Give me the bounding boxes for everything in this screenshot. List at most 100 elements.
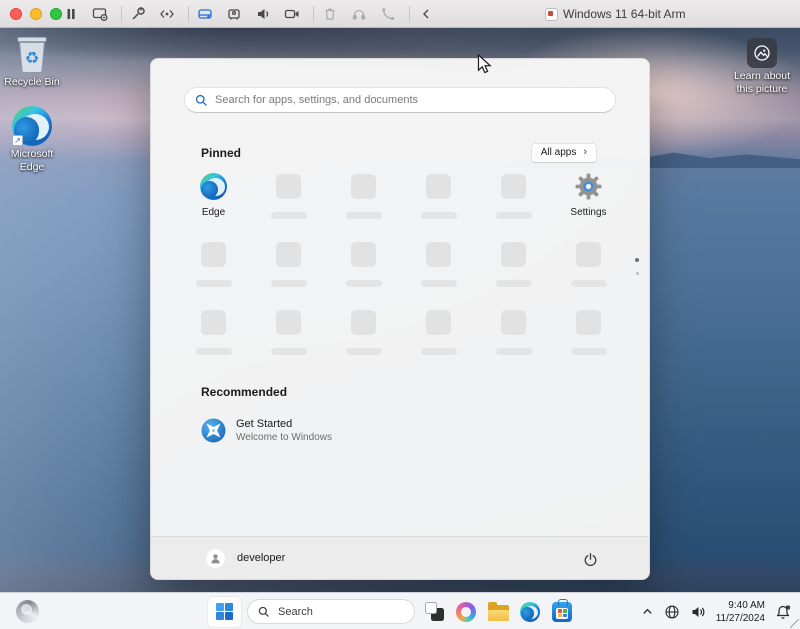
widgets-button[interactable]: [16, 600, 39, 623]
notifications-bell-icon[interactable]: [775, 604, 791, 620]
pinned-placeholder-tile: [176, 241, 251, 287]
toolbar-separator: [188, 6, 189, 22]
pinned-app-settings[interactable]: Settings: [551, 173, 626, 219]
pinned-placeholder-tile: [476, 173, 551, 219]
desktop-icon-label: Recycle Bin: [4, 76, 59, 89]
close-window-button[interactable]: [10, 8, 22, 20]
toolbar-separator: [121, 6, 122, 22]
taskbar-center: Search: [208, 593, 575, 629]
user-name: developer: [237, 552, 285, 564]
pinned-header: Pinned All apps ›: [201, 143, 597, 163]
trash-icon[interactable]: [321, 6, 338, 23]
pinned-placeholder-tile: [326, 173, 401, 219]
system-tray: 9:40 AM 11/27/2024: [641, 593, 791, 629]
desktop-icon-recycle-bin[interactable]: ♻ Recycle Bin: [2, 32, 62, 89]
task-view-icon: [425, 602, 444, 621]
pinned-grid-row: [176, 241, 649, 287]
pinned-grid-row: [176, 309, 649, 355]
taskbar: Search: [0, 592, 800, 629]
user-avatar: [206, 549, 225, 568]
user-profile-button[interactable]: developer: [206, 549, 285, 568]
toolbar-separator: [409, 6, 410, 22]
recommended-item-get-started[interactable]: Get Started Welcome to Windows: [201, 415, 451, 446]
pinned-placeholder-tile: [551, 309, 626, 355]
desktop-icon-label: Learn aboutthis picture: [734, 70, 790, 96]
volume-icon[interactable]: [690, 604, 706, 620]
headphones-icon[interactable]: [350, 6, 367, 23]
start-search-box[interactable]: [184, 87, 616, 113]
microsoft-store-button[interactable]: [549, 597, 575, 627]
start-search-input[interactable]: [215, 94, 605, 106]
recommended-item-title: Get Started: [236, 418, 332, 430]
copilot-icon: [456, 602, 476, 622]
snapshot-icon[interactable]: [91, 6, 108, 23]
microsoft-store-icon: [552, 602, 572, 622]
tray-date: 11/27/2024: [716, 612, 765, 625]
recommended-header: Recommended: [201, 385, 597, 399]
pinned-placeholder-tile: [476, 309, 551, 355]
call-icon[interactable]: [379, 6, 396, 23]
copilot-button[interactable]: [453, 597, 479, 627]
pinned-placeholder-tile: [176, 309, 251, 355]
hard-disk-icon[interactable]: [196, 6, 213, 23]
vm-toolbar: [62, 0, 446, 28]
code-icon[interactable]: [158, 6, 175, 23]
pinned-placeholder-tile: [401, 173, 476, 219]
desktop-icon-microsoft-edge[interactable]: ↗ Microsoft Edge: [2, 106, 62, 174]
start-button[interactable]: [208, 597, 241, 627]
pinned-page-indicator[interactable]: [635, 258, 639, 275]
collapse-toolbar-icon[interactable]: [417, 6, 434, 23]
power-icon: [583, 552, 598, 567]
window-title-group: Windows 11 64-bit Arm: [545, 0, 686, 28]
minimize-window-button[interactable]: [30, 8, 42, 20]
start-menu-footer: developer: [151, 536, 649, 579]
search-icon: [258, 606, 270, 618]
titlebar: Windows 11 64-bit Arm: [0, 0, 800, 28]
task-view-button[interactable]: [421, 597, 447, 627]
settings-gear-icon: [575, 173, 602, 200]
svg-text:♻: ♻: [25, 48, 39, 67]
edge-taskbar-button[interactable]: [517, 597, 543, 627]
start-menu: Pinned All apps › Edge: [150, 58, 650, 580]
vm-app-icon: [545, 8, 558, 21]
recommended-title: Recommended: [201, 385, 287, 399]
pinned-title: Pinned: [201, 146, 241, 160]
pinned-app-label: Edge: [202, 207, 225, 218]
pinned-placeholder-tile: [401, 309, 476, 355]
desktop-icon-learn-about-picture[interactable]: Learn aboutthis picture: [728, 38, 796, 96]
pinned-placeholder-tile: [401, 241, 476, 287]
pinned-placeholder-tile: [251, 241, 326, 287]
recommended-item-subtitle: Welcome to Windows: [236, 432, 332, 443]
chevron-right-icon: ›: [583, 147, 587, 158]
file-explorer-button[interactable]: [485, 597, 511, 627]
pinned-grid-row: Edge: [176, 173, 649, 219]
recommended-item-text: Get Started Welcome to Windows: [236, 418, 332, 443]
wrench-icon[interactable]: [129, 6, 146, 23]
pause-icon[interactable]: [62, 6, 79, 23]
camera-icon[interactable]: [283, 6, 300, 23]
pinned-app-edge[interactable]: Edge: [176, 173, 251, 219]
sound-icon[interactable]: [254, 6, 271, 23]
windows-desktop[interactable]: ♻ Recycle Bin ↗ Microsoft Edge Learn abo…: [0, 28, 800, 592]
taskbar-search-box[interactable]: Search: [247, 599, 415, 624]
edge-icon: [520, 602, 540, 622]
edge-icon: [200, 173, 227, 200]
page-dot-active[interactable]: [635, 258, 639, 262]
page-dot[interactable]: [636, 272, 639, 275]
file-explorer-icon: [488, 605, 509, 621]
vm-window: Windows 11 64-bit Arm ♻ Recycle Bin ↗ Mi…: [0, 0, 800, 629]
all-apps-button[interactable]: All apps ›: [531, 143, 597, 163]
network-icon[interactable]: [664, 604, 680, 620]
desktop-icon-label: Microsoft Edge: [3, 148, 61, 174]
hidden-icons-chevron[interactable]: [641, 605, 654, 618]
resize-grip[interactable]: [790, 619, 799, 628]
pinned-placeholder-tile: [476, 241, 551, 287]
usb-device-icon[interactable]: [225, 6, 242, 23]
recycle-bin-icon: ♻: [13, 32, 51, 74]
pinned-placeholder-tile: [251, 173, 326, 219]
taskbar-clock[interactable]: 9:40 AM 11/27/2024: [716, 599, 765, 625]
fullscreen-window-button[interactable]: [50, 8, 62, 20]
pinned-placeholder-tile: [326, 309, 401, 355]
power-button[interactable]: [581, 550, 599, 568]
get-started-icon: [201, 418, 226, 443]
